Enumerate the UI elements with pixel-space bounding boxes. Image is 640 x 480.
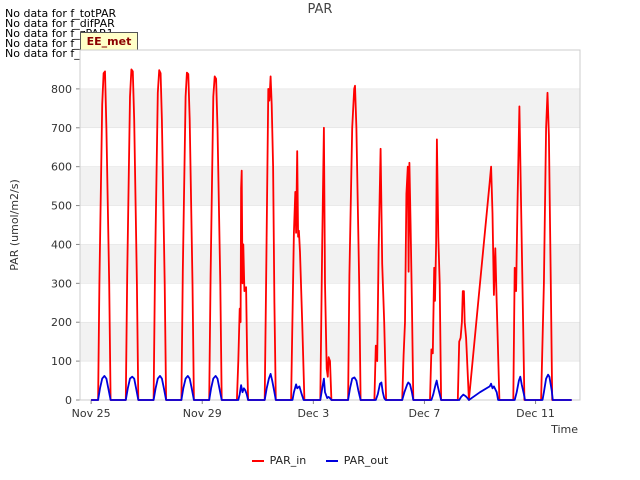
legend-label-par-in: PAR_in <box>269 454 307 467</box>
y-tick-label: 600 <box>51 161 72 174</box>
legend-swatch-par-in <box>251 460 264 462</box>
y-tick-label: 500 <box>51 200 72 213</box>
x-tick-label: Nov 25 <box>72 407 111 420</box>
y-tick-label: 400 <box>51 238 72 251</box>
x-tick-label: Dec 7 <box>409 407 441 420</box>
y-tick-label: 300 <box>51 277 72 290</box>
x-tick-label: Dec 11 <box>516 407 555 420</box>
legend-swatch-par-out <box>325 460 338 462</box>
plot-band <box>80 88 580 128</box>
x-tick-label: Dec 3 <box>297 407 329 420</box>
y-tick-label: 100 <box>51 355 72 368</box>
y-tick-label: 0 <box>65 394 72 407</box>
y-tick-label: 700 <box>51 122 72 135</box>
legend-item-par-in: PAR_in <box>251 454 307 467</box>
plot-band <box>80 166 580 206</box>
legend-item-par-out: PAR_out <box>325 454 389 467</box>
y-axis-label: PAR (umol/m2/s) <box>8 179 21 271</box>
x-tick-label: Nov 29 <box>183 407 222 420</box>
legend: PAR_in PAR_out <box>0 454 640 467</box>
y-tick-label: 800 <box>51 83 72 96</box>
plot-area: 0 100 200 300 400 500 600 700 800 Nov 25 Nov 29 Dec… <box>8 49 581 436</box>
legend-label-par-out: PAR_out <box>343 454 389 467</box>
x-axis-label: Time <box>550 423 578 436</box>
y-tick-label: 200 <box>51 316 72 329</box>
